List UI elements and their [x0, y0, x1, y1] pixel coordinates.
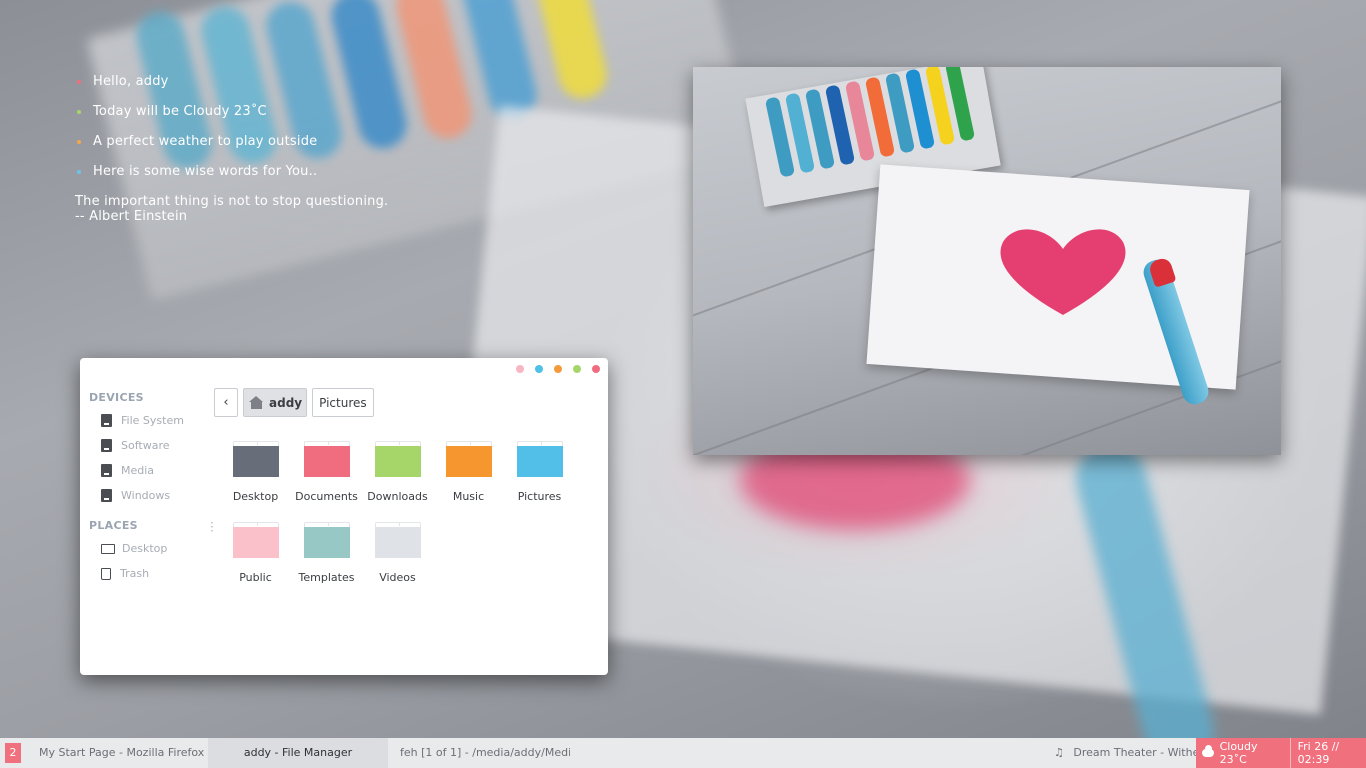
- folder-public[interactable]: Public: [220, 521, 291, 602]
- places-heading: PLACES: [89, 519, 138, 532]
- sidebar-resize-handle[interactable]: · · ·: [210, 517, 214, 537]
- greeting-text: Hello, addy: [93, 74, 169, 89]
- folder-downloads[interactable]: Downloads: [362, 440, 433, 521]
- folder-label: Public: [239, 571, 272, 584]
- drive-icon: [101, 489, 112, 502]
- maximize-button[interactable]: [573, 365, 581, 373]
- sidebar-item-label: Media: [121, 464, 155, 477]
- minimize-button[interactable]: [554, 365, 562, 373]
- path-pictures-button[interactable]: Pictures: [312, 388, 374, 417]
- now-playing[interactable]: ♫ Dream Theater - Wither: [1054, 738, 1204, 768]
- folder-grid: Desktop Documents Downloads Music Pictur…: [220, 440, 580, 602]
- back-button[interactable]: ‹: [214, 388, 238, 417]
- wise-words-line: Here is some wise words for You..: [75, 164, 388, 194]
- folder-label: Downloads: [367, 490, 428, 503]
- path-home-label: addy: [269, 395, 303, 410]
- drive-icon: [101, 439, 112, 452]
- wise-words-text: Here is some wise words for You..: [93, 164, 318, 179]
- folder-music[interactable]: Music: [433, 440, 504, 521]
- close-button[interactable]: [592, 365, 600, 373]
- drive-icon: [101, 464, 112, 477]
- now-playing-text: Dream Theater - Wither: [1073, 746, 1204, 759]
- bullet-dot: [77, 110, 81, 114]
- sidebar-item-label: File System: [121, 414, 184, 427]
- monitor-icon: [101, 543, 115, 554]
- suggestion-text: A perfect weather to play outside: [93, 134, 318, 149]
- folder-icon: [516, 441, 563, 477]
- weather-line: Today will be Cloudy 23˚C: [75, 104, 388, 134]
- music-note-icon: ♫: [1054, 746, 1064, 759]
- sidebar-item-label: Desktop: [122, 542, 168, 555]
- bullet-dot: [77, 80, 81, 84]
- folder-icon: [303, 441, 350, 477]
- quote-author: -- Albert Einstein: [75, 209, 188, 224]
- sidebar-item-desktop[interactable]: Desktop: [80, 536, 210, 561]
- photo-heart: [1000, 229, 1126, 315]
- trash-icon: [101, 567, 111, 580]
- sidebar-item-label: Windows: [121, 489, 171, 502]
- folder-label: Pictures: [517, 490, 562, 503]
- image-viewer-window[interactable]: [693, 67, 1281, 455]
- folder-icon: [374, 441, 421, 477]
- folder-label: Templates: [298, 571, 355, 584]
- weather-status: Cloudy 23˚C: [1219, 740, 1258, 766]
- pathbar: ‹ addy Pictures: [214, 388, 374, 417]
- file-manager-window[interactable]: DEVICES File System Software Media Windo…: [80, 358, 608, 675]
- folder-icon: [374, 522, 421, 558]
- suggestion-line: A perfect weather to play outside: [75, 134, 388, 164]
- sidebar: DEVICES File System Software Media Windo…: [80, 388, 210, 586]
- status-segment: Cloudy 23˚C Fri 26 // 02:39: [1196, 738, 1366, 768]
- window-button[interactable]: [535, 365, 543, 373]
- clock[interactable]: Fri 26 // 02:39: [1298, 740, 1366, 766]
- cloud-icon: [1202, 745, 1214, 757]
- folder-label: Videos: [379, 571, 416, 584]
- devices-heading: DEVICES: [89, 391, 144, 404]
- task-feh[interactable]: feh [1 of 1] - /media/addy/Medi...: [400, 738, 570, 768]
- folder-documents[interactable]: Documents: [291, 440, 362, 521]
- folder-icon: [445, 441, 492, 477]
- window-button[interactable]: [516, 365, 524, 373]
- bullet-dot: [77, 170, 81, 174]
- sidebar-item-file-system[interactable]: File System: [80, 408, 210, 433]
- greeting-line: Hello, addy: [75, 74, 388, 104]
- sidebar-item-label: Software: [121, 439, 170, 452]
- quote: The important thing is not to stop quest…: [75, 194, 388, 224]
- greeting-widget: Hello, addy Today will be Cloudy 23˚C A …: [75, 74, 388, 224]
- sidebar-item-media[interactable]: Media: [80, 458, 210, 483]
- folder-videos[interactable]: Videos: [362, 521, 433, 602]
- folder-desktop[interactable]: Desktop: [220, 440, 291, 521]
- folder-label: Desktop: [232, 490, 279, 503]
- folder-icon: [303, 522, 350, 558]
- window-buttons: [516, 365, 600, 373]
- weather-text: Today will be Cloudy 23˚C: [93, 104, 267, 119]
- divider: [1289, 738, 1291, 768]
- folder-icon: [232, 522, 279, 558]
- quote-text: The important thing is not to stop quest…: [75, 194, 389, 209]
- workspace-indicator[interactable]: 2: [5, 743, 21, 763]
- folder-pictures[interactable]: Pictures: [504, 440, 575, 521]
- sidebar-item-software[interactable]: Software: [80, 433, 210, 458]
- drive-icon: [101, 414, 112, 427]
- bullet-dot: [77, 140, 81, 144]
- sidebar-item-windows[interactable]: Windows: [80, 483, 210, 508]
- path-home-button[interactable]: addy: [243, 388, 308, 417]
- folder-label: Music: [452, 490, 485, 503]
- home-icon: [249, 396, 264, 409]
- folder-icon: [232, 441, 279, 477]
- sidebar-item-trash[interactable]: Trash: [80, 561, 210, 586]
- folder-label: Documents: [295, 490, 358, 503]
- folder-templates[interactable]: Templates: [291, 521, 362, 602]
- sidebar-item-label: Trash: [120, 567, 150, 580]
- taskbar: 2 My Start Page - Mozilla Firefox addy -…: [0, 738, 1366, 768]
- task-file-manager[interactable]: addy - File Manager: [208, 738, 388, 768]
- task-firefox[interactable]: My Start Page - Mozilla Firefox: [39, 738, 204, 768]
